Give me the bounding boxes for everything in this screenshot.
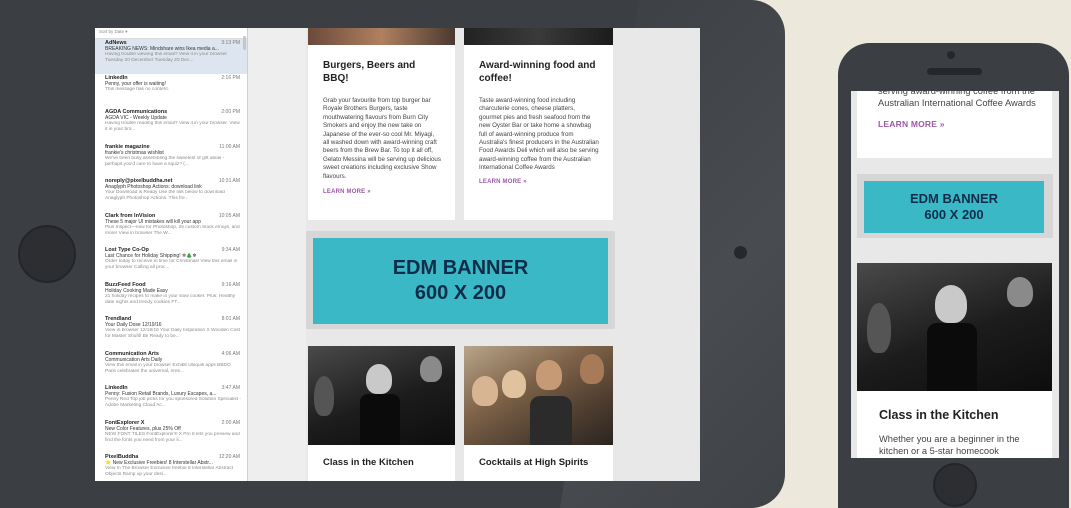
edm-banner[interactable]: EDM BANNER 600 X 200 bbox=[313, 238, 608, 324]
mail-preview: NEW FONT TILES FontExplorer® X Pro 6 let… bbox=[105, 431, 240, 443]
mail-list-item[interactable]: frankie magazine 11:00 AM frankie's christ… bbox=[95, 143, 247, 178]
mail-time: 2:00 PM bbox=[221, 109, 240, 115]
mail-sort-label[interactable]: Sort by Date ▾ bbox=[95, 28, 247, 39]
card-food-coffee-title: Award-winning food and coffee! bbox=[479, 60, 596, 84]
mail-time: 10:31 AM bbox=[218, 178, 240, 184]
mail-preview: Your Download is Ready Use the link belo… bbox=[105, 190, 225, 201]
card-kitchen-title: Class in the Kitchen bbox=[323, 457, 414, 468]
card-food-coffee: Award-winning food and coffee! Taste awa… bbox=[464, 28, 613, 220]
mail-preview: We've been busy assembling the sweetest … bbox=[105, 155, 225, 167]
card-food-coffee-link[interactable]: LEARN MORE » bbox=[464, 173, 613, 185]
mail-list-item[interactable]: AGDA Communications 2:00 PM AGDA VIC - Wee… bbox=[95, 108, 247, 143]
mail-preview: Plus Inspect—now for Photoshop, 25 custo… bbox=[105, 224, 240, 236]
card-kitchen: Class in the Kitchen bbox=[308, 346, 455, 481]
card-cocktails-photo bbox=[464, 346, 613, 445]
card-cocktails-title: Cocktails at High Spirits bbox=[479, 457, 589, 468]
mail-time: 2:16 PM bbox=[221, 74, 240, 81]
mail-items: AdNews 3:13 PM BREAKING NEWS: Mindshare wi… bbox=[95, 39, 247, 481]
tablet-home-button[interactable] bbox=[18, 225, 76, 283]
mail-preview: View this email in your browser Exhibit … bbox=[105, 362, 231, 374]
mail-list-item[interactable]: Clark from InVision 10:05 AM These 5 major… bbox=[95, 212, 247, 247]
mail-list: Sort by Date ▾ AdNews 3:13 PM BREAKING NEW… bbox=[95, 28, 248, 481]
mail-list-item[interactable]: noreply@pixelbuddha.net 10:31 AM Anaglyph … bbox=[95, 177, 247, 212]
phone-home-button[interactable] bbox=[933, 463, 977, 507]
card-burgers-title: Burgers, Beers and BBQ! bbox=[323, 60, 416, 84]
mail-time: 11:00 AM bbox=[219, 143, 240, 150]
phone-card-kitchen-body: Whether you are a beginner in the kitche… bbox=[879, 434, 1020, 456]
mail-time: 12:20 AM bbox=[218, 454, 240, 460]
tablet-screen: Sort by Date ▾ AdNews 3:13 PM BREAKING NEW… bbox=[95, 28, 700, 481]
mail-preview: Penny Red Top job picks for you sponsore… bbox=[105, 397, 241, 408]
card-food-coffee-photo bbox=[464, 28, 613, 45]
mail-time: 4:06 AM bbox=[221, 350, 240, 357]
phone-speaker bbox=[927, 68, 982, 75]
phone-edm-banner-line2: 600 X 200 bbox=[924, 207, 984, 222]
mail-time: 9:34 AM bbox=[221, 247, 240, 253]
card-food-coffee-body: Taste award-winning food including charc… bbox=[479, 97, 599, 172]
card-burgers-link[interactable]: LEARN MORE » bbox=[308, 181, 455, 195]
mail-preview: This message has no content. bbox=[105, 86, 169, 92]
mail-preview: 21 holiday recipes to make in your slow … bbox=[105, 293, 236, 305]
mail-list-item[interactable]: Trendland 8:01 AM Your Daily Dose 12/19/16… bbox=[95, 315, 247, 350]
phone-card-kitchen-photo bbox=[857, 263, 1052, 391]
preview-gutter bbox=[248, 28, 306, 481]
mail-time: 3:13 PM bbox=[221, 40, 240, 46]
phone-edm-banner-line1: EDM BANNER bbox=[909, 191, 999, 206]
phone-card-top-text: serving award-winning coffee from the Au… bbox=[878, 91, 1036, 108]
mail-scrollbar[interactable] bbox=[243, 36, 246, 50]
phone-edm-banner[interactable]: EDM BANNER 600 X 200 bbox=[864, 181, 1044, 233]
mail-time: 2:00 AM bbox=[221, 419, 240, 426]
mail-list-item[interactable]: AdNews 3:13 PM BREAKING NEWS: Mindshare wi… bbox=[95, 39, 247, 74]
email-preview-pane: Burgers, Beers and BBQ! Grab your favour… bbox=[248, 28, 700, 481]
edm-banner-line1: EDM BANNER bbox=[392, 257, 529, 279]
mail-preview: Having trouble reading this email? View … bbox=[105, 121, 240, 132]
phone-screen: serving award-winning coffee from the Au… bbox=[851, 91, 1059, 458]
card-kitchen-photo bbox=[308, 346, 455, 445]
card-burgers-body: Grab your favourite from top burger bar … bbox=[323, 97, 441, 180]
mail-preview: View in browser 12/19/16 Your Daily Insp… bbox=[105, 328, 241, 339]
mail-list-item[interactable]: LinkedIn 2:16 PM Penny, your offer is wait… bbox=[95, 74, 247, 109]
mail-time: 3:47 AM bbox=[221, 385, 240, 391]
mail-time: 8:01 AM bbox=[221, 316, 240, 322]
mail-preview: Order today to receive in time for Chris… bbox=[105, 259, 238, 270]
mail-list-item[interactable]: PixelBuddha 12:20 AM ⭐ New Exclusive Freeb… bbox=[95, 453, 247, 481]
phone-card-kitchen-title: Class in the Kitchen bbox=[879, 408, 999, 422]
mail-preview: View In The Browser Exclusive freebie 8 … bbox=[105, 466, 234, 477]
mail-time: 10:05 AM bbox=[218, 212, 240, 219]
phone-card-top-link[interactable]: LEARN MORE » bbox=[857, 109, 1052, 129]
phone-card-top: serving award-winning coffee from the Au… bbox=[857, 91, 1052, 158]
mail-list-item[interactable]: Lost Type Co-Op 9:34 AM Last Chance for Ho… bbox=[95, 246, 247, 281]
card-cocktails: Cocktails at High Spirits bbox=[464, 346, 613, 481]
tablet-camera bbox=[734, 246, 747, 259]
card-burgers: Burgers, Beers and BBQ! Grab your favour… bbox=[308, 28, 455, 220]
edm-banner-line2: 600 X 200 bbox=[414, 282, 507, 304]
phone-card-kitchen: Class in the Kitchen Whether you are a b… bbox=[857, 263, 1052, 458]
mail-list-item[interactable]: Communication Arts 4:06 AM Communication A… bbox=[95, 350, 247, 385]
mail-list-item[interactable]: LinkedIn 3:47 AM Penny: Fusion Retail Bran… bbox=[95, 384, 247, 419]
mail-list-item[interactable]: BuzzFeed Food 9:16 AM Holiday Cooking Made… bbox=[95, 281, 247, 316]
mail-preview: Having trouble viewing this email? View … bbox=[105, 52, 228, 63]
mail-list-item[interactable]: FontExplorer X 2:00 AM New Color Features,… bbox=[95, 419, 247, 454]
card-burgers-photo bbox=[308, 28, 455, 45]
phone-camera bbox=[947, 51, 955, 59]
mail-time: 9:16 AM bbox=[221, 281, 240, 288]
